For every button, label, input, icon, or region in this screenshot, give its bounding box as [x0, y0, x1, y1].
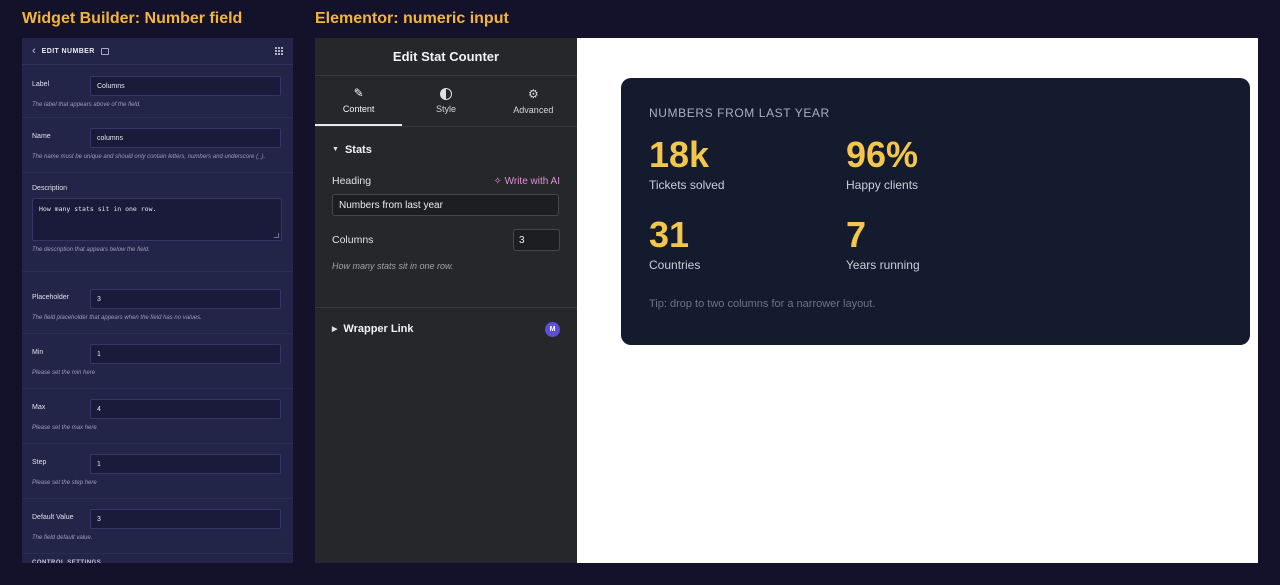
columns-label: Columns	[332, 234, 374, 246]
tab-label: Style	[435, 104, 456, 114]
stat-item: 7 Years running	[846, 216, 1043, 296]
layout-tip: Tip: drop to two columns for a narrower …	[649, 298, 876, 310]
columns-control: Columns 3	[332, 229, 560, 251]
step-input[interactable]: 1	[90, 454, 281, 474]
stat-counter-heading: NUMBERS FROM LAST YEAR	[649, 106, 830, 120]
ai-button-label: Write with AI	[504, 175, 560, 187]
field-label: Name	[32, 133, 51, 140]
max-input[interactable]: 4	[90, 399, 281, 419]
resize-handle-icon[interactable]	[274, 233, 279, 238]
stats-grid: 18k Tickets solved 96% Happy clients 31 …	[649, 136, 1222, 296]
stat-value: 96%	[846, 134, 919, 175]
elementor-tabs: ✎ Content Style ⚙ Advanced	[315, 76, 577, 127]
stat-item: 96% Happy clients	[846, 136, 1043, 216]
description-field-row: Description How many stats sit in one ro…	[22, 173, 293, 272]
field-help: The field placeholder that appears when …	[32, 315, 202, 321]
default-value-input[interactable]: 3	[90, 509, 281, 529]
field-help: The field default value.	[32, 535, 93, 541]
placeholder-field-row: Placeholder 3 The field placeholder that…	[22, 272, 293, 334]
field-help: Please set the min here	[32, 370, 96, 376]
stat-value: 31	[649, 214, 690, 255]
wrapper-link-toggle[interactable]: ▶ Wrapper Link M	[332, 308, 560, 350]
description-text: How many stats sit in one row.	[39, 205, 157, 213]
back-chevron-icon[interactable]: ‹	[32, 45, 36, 57]
field-label: Label	[32, 81, 50, 88]
tab-content[interactable]: ✎ Content	[315, 76, 403, 126]
stats-section-toggle[interactable]: ▼ Stats	[332, 127, 560, 172]
section-title: Stats	[344, 143, 372, 156]
stat-label: Countries	[649, 258, 701, 272]
name-field-row: Name columns The name must be unique and…	[22, 118, 293, 173]
label-field-row: Label Columns The label that appears abo…	[22, 65, 293, 118]
field-label: Default Value	[32, 514, 74, 521]
max-field-row: Max 4 Please set the max here	[22, 389, 293, 444]
field-label: Placeholder	[32, 294, 69, 301]
field-help: The label that appears above of the fiel…	[32, 102, 141, 108]
contrast-icon	[439, 88, 452, 100]
stat-counter-card: NUMBERS FROM LAST YEAR 18k Tickets solve…	[621, 78, 1250, 345]
field-help: Please set the step here	[32, 480, 97, 486]
tab-advanced[interactable]: ⚙ Advanced	[490, 76, 577, 126]
stat-value: 18k	[649, 134, 710, 175]
stat-item: 31 Countries	[649, 216, 846, 296]
widget-builder-header: ‹ EDIT NUMBER	[22, 38, 293, 65]
field-label: Description	[32, 185, 68, 192]
grid-menu-icon[interactable]	[275, 47, 283, 55]
widget-builder-title: EDIT NUMBER	[41, 47, 95, 55]
tab-label: Advanced	[513, 105, 554, 115]
field-label: Max	[32, 404, 46, 411]
heading-label: Heading	[332, 175, 372, 187]
wrapper-link-section: ▶ Wrapper Link M	[315, 308, 577, 350]
elementor-panel: Edit Stat Counter ✎ Content Style ⚙ Adva…	[315, 38, 577, 563]
columns-number-input[interactable]: 3	[513, 229, 560, 251]
min-field-row: Min 1 Please set the min here	[22, 334, 293, 389]
label-input[interactable]: Columns	[90, 76, 281, 96]
control-settings-section[interactable]: CONTROL SETTINGS	[22, 554, 293, 563]
field-label: Step	[32, 459, 47, 466]
doc-icon	[100, 47, 109, 55]
widget-builder-panel: ‹ EDIT NUMBER Label Columns The label th…	[22, 38, 293, 563]
field-help: Please set the max here	[32, 425, 97, 431]
left-panel-heading: Widget Builder: Number field	[22, 10, 243, 27]
pencil-icon: ✎	[353, 86, 364, 100]
stats-section: ▼ Stats Heading ✧ Write with AI Numbers …	[315, 127, 577, 308]
field-help: The name must be unique and should only …	[32, 154, 266, 160]
write-with-ai-button[interactable]: ✧ Write with AI	[493, 176, 560, 187]
preview-canvas: NUMBERS FROM LAST YEAR 18k Tickets solve…	[577, 38, 1258, 563]
field-help: The description that appears below the f…	[32, 247, 150, 253]
heading-input[interactable]: Numbers from last year	[332, 194, 559, 216]
elementor-panel-title: Edit Stat Counter	[315, 38, 577, 76]
field-label: Min	[32, 349, 44, 356]
min-input[interactable]: 1	[90, 344, 281, 364]
tab-label: Content	[342, 104, 375, 114]
stat-label: Years running	[846, 258, 920, 272]
default-value-field-row: Default Value 3 The field default value.	[22, 499, 293, 554]
gear-icon: ⚙	[527, 87, 539, 101]
pro-badge-icon: M	[545, 321, 560, 337]
right-panel-heading: Elementor: numeric input	[315, 10, 509, 27]
stat-value: 7	[846, 214, 867, 255]
placeholder-input[interactable]: 3	[90, 289, 281, 309]
stat-label: Tickets solved	[649, 178, 725, 192]
tab-style[interactable]: Style	[402, 76, 489, 126]
name-input[interactable]: columns	[90, 128, 281, 148]
caret-right-icon: ▶	[332, 326, 338, 333]
step-field-row: Step 1 Please set the step here	[22, 444, 293, 499]
section-title: Wrapper Link	[343, 323, 414, 335]
description-textarea[interactable]: How many stats sit in one row.	[32, 198, 282, 241]
columns-help: How many stats sit in one row.	[332, 261, 454, 271]
caret-down-icon: ▼	[332, 146, 339, 153]
heading-control: Heading ✧ Write with AI	[332, 175, 560, 187]
stat-label: Happy clients	[846, 178, 919, 192]
stat-item: 18k Tickets solved	[649, 136, 846, 216]
